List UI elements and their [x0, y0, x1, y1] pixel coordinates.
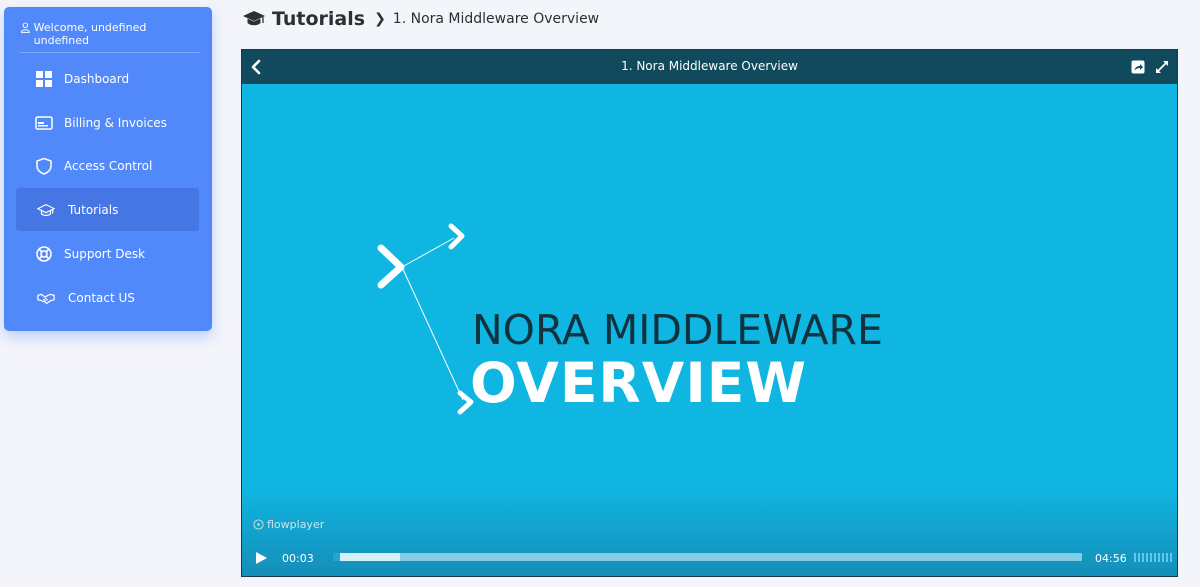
handshake-icon	[36, 288, 56, 308]
play-icon[interactable]	[254, 551, 268, 565]
player-title-bar: 1. Nora Middleware Overview	[242, 50, 1177, 84]
graduation-cap-icon	[242, 10, 266, 28]
breadcrumb-current: 1. Nora Middleware Overview	[392, 11, 600, 27]
welcome-banner: Welcome, undefined undefined	[20, 21, 200, 53]
grid-icon	[34, 69, 54, 89]
card-icon	[34, 113, 54, 133]
graduation-cap-icon	[36, 200, 56, 220]
page-title[interactable]: Tutorials	[272, 8, 365, 30]
sidebar-item-support-desk[interactable]: Support Desk	[16, 232, 199, 275]
brand-label: flowplayer	[267, 518, 325, 531]
sidebar-item-label: Access Control	[64, 158, 153, 173]
sidebar-item-label: Contact US	[68, 290, 135, 305]
fullscreen-icon[interactable]	[1155, 60, 1169, 74]
volume-bar[interactable]	[1138, 553, 1140, 562]
sidebar-item-contact-us[interactable]: Contact US	[16, 276, 199, 319]
lifebuoy-icon	[34, 244, 54, 264]
chevron-right-icon: ❯	[374, 11, 386, 27]
sidebar-item-label: Dashboard	[64, 71, 130, 86]
volume-bar[interactable]	[1150, 553, 1152, 562]
video-player[interactable]: 1. Nora Middleware Overview NORA MIDDLEW…	[241, 49, 1178, 577]
volume-bar[interactable]	[1154, 553, 1156, 562]
share-icon[interactable]	[1131, 60, 1145, 74]
buffer-fill	[333, 553, 401, 561]
video-subheadline: OVERVIEW	[470, 351, 808, 415]
volume-bar[interactable]	[1162, 553, 1164, 562]
player-controls: 00:03 04:56	[242, 542, 1177, 576]
volume-bar[interactable]	[1166, 553, 1168, 562]
sidebar-item-billing[interactable]: Billing & Invoices	[16, 101, 199, 144]
welcome-text: Welcome, undefined undefined	[33, 21, 147, 47]
volume-bar[interactable]	[1158, 553, 1160, 562]
sidebar-item-tutorials[interactable]: Tutorials	[16, 188, 199, 231]
total-duration: 04:56	[1095, 552, 1127, 565]
video-title: 1. Nora Middleware Overview	[621, 59, 798, 73]
sidebar-item-dashboard[interactable]: Dashboard	[16, 57, 199, 100]
shield-icon	[34, 156, 54, 176]
volume-bar[interactable]	[1134, 553, 1136, 562]
breadcrumb: Tutorials ❯ 1. Nora Middleware Overview	[242, 6, 599, 32]
volume-bar[interactable]	[1146, 553, 1148, 562]
sidebar: Welcome, undefined undefined Dashboard B…	[4, 7, 212, 331]
progress-fill	[333, 553, 341, 561]
play-circle-icon	[253, 519, 264, 530]
progress-bar[interactable]	[333, 553, 1082, 561]
volume-bars[interactable]	[1134, 553, 1172, 562]
volume-bar[interactable]	[1170, 553, 1172, 562]
sidebar-item-label: Billing & Invoices	[64, 115, 167, 130]
sidebar-item-label: Support Desk	[64, 246, 146, 261]
elapsed-time: 00:03	[282, 552, 314, 565]
sidebar-item-label: Tutorials	[68, 202, 119, 217]
sidebar-item-access-control[interactable]: Access Control	[16, 144, 199, 187]
volume-bar[interactable]	[1142, 553, 1144, 562]
video-headline: NORA MIDDLEWARE	[472, 306, 883, 354]
flowplayer-logo: flowplayer	[253, 518, 324, 531]
user-icon	[20, 22, 30, 33]
video-frame[interactable]: NORA MIDDLEWARE OVERVIEW	[242, 84, 1177, 544]
